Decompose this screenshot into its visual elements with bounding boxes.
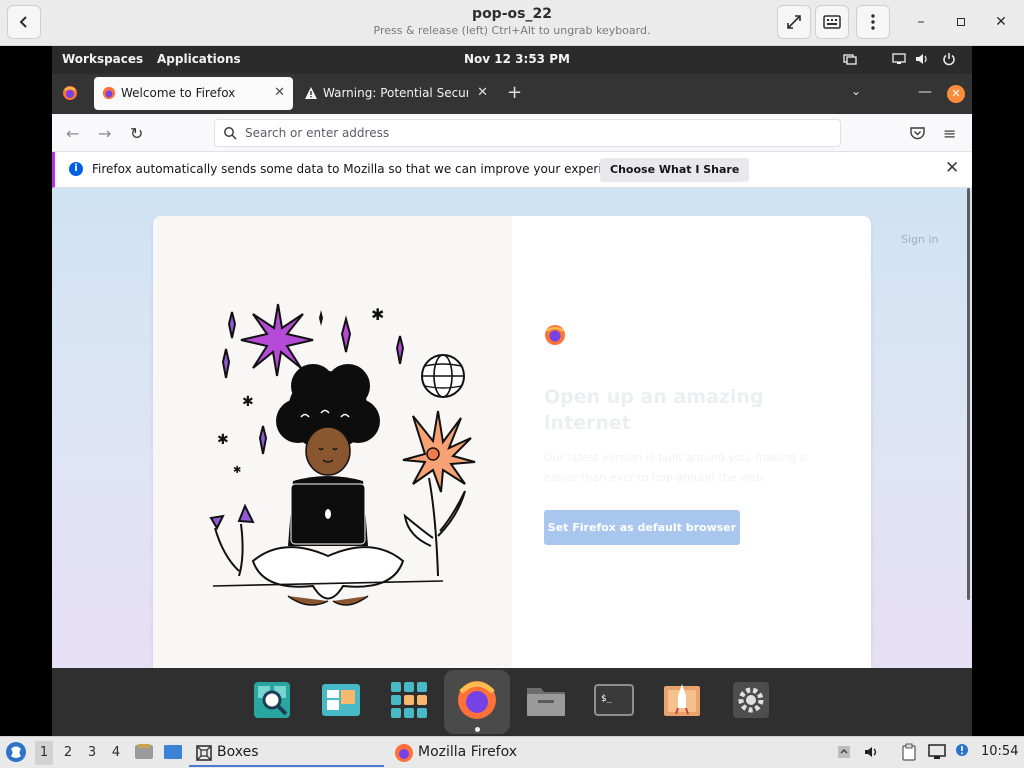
tab-welcome[interactable]: Welcome to Firefox ✕	[94, 77, 293, 110]
data-notification-bar: i Firefox automatically sends some data …	[52, 152, 972, 188]
task-label: Boxes	[217, 744, 259, 760]
power-icon[interactable]	[942, 52, 956, 66]
svg-text:✱: ✱	[242, 394, 254, 410]
welcome-heading: Open up an amazing internet	[544, 386, 764, 434]
svg-text:✱: ✱	[217, 432, 229, 448]
reload-icon[interactable]: ↻	[130, 124, 143, 143]
back-arrow-icon[interactable]: ←	[66, 124, 79, 143]
close-icon: ✕	[995, 14, 1007, 30]
running-indicator	[475, 727, 480, 732]
workspace-1[interactable]: 1	[35, 741, 53, 765]
firefox-favicon-icon	[102, 86, 116, 100]
keyboard-icon	[823, 15, 841, 29]
tab-close-icon[interactable]: ✕	[274, 85, 285, 100]
boxes-app-icon	[196, 745, 212, 761]
file-manager-launcher-icon[interactable]	[134, 743, 154, 761]
host-taskbar: 1 2 3 4 Boxes Mozilla Firefox 10:54	[0, 736, 1024, 768]
hamburger-menu-icon[interactable]: ≡	[943, 124, 956, 143]
forward-arrow-icon[interactable]: →	[98, 124, 111, 143]
kebab-menu-icon	[871, 14, 875, 30]
volume-icon[interactable]	[915, 52, 929, 66]
firefox-app-icon	[395, 744, 413, 762]
address-placeholder: Search or enter address	[245, 126, 390, 140]
workspace-3[interactable]: 3	[83, 745, 101, 760]
maximize-icon	[957, 18, 965, 26]
show-desktop-icon[interactable]	[163, 743, 183, 761]
chevron-down-icon[interactable]: ⌄	[851, 84, 861, 98]
task-boxes[interactable]: Boxes	[189, 739, 384, 767]
minimize-button[interactable]: –	[910, 11, 932, 33]
pop-shop-icon[interactable]	[660, 678, 704, 722]
welcome-card: ✱ ✱ ✱ ✱ Open up an amazing internet Our …	[153, 216, 871, 668]
terminal-icon[interactable]: $_	[592, 678, 636, 722]
warning-icon	[305, 87, 317, 99]
app-grid-icon[interactable]	[387, 678, 431, 722]
svg-text:✱: ✱	[233, 465, 241, 476]
tab-label: Welcome to Firefox	[121, 86, 236, 100]
firefox-tab-strip: Welcome to Firefox ✕ Warning: Potential …	[52, 74, 972, 114]
pop-dock: $_	[52, 668, 972, 736]
network-icon[interactable]	[892, 52, 906, 66]
menu-button[interactable]	[856, 5, 890, 39]
welcome-page: Sign in ✱ ✱ ✱ ✱ Open up an amazing inter…	[52, 188, 972, 668]
boxes-header: pop-os_22 Press & release (left) Ctrl+Al…	[0, 0, 1024, 46]
task-firefox[interactable]: Mozilla Firefox	[390, 739, 590, 767]
set-default-browser-button[interactable]: Set Firefox as default browser	[544, 510, 740, 545]
address-bar[interactable]: Search or enter address	[214, 119, 841, 147]
applications-button[interactable]: Applications	[157, 52, 241, 66]
firefox-dock-icon[interactable]	[455, 678, 499, 722]
workspace-4[interactable]: 4	[107, 745, 125, 760]
page-scrollbar[interactable]	[967, 188, 970, 600]
workspace-2[interactable]: 2	[59, 745, 77, 760]
tab-label: Warning: Potential Security Risk Ahead	[323, 86, 468, 100]
notification-icon[interactable]	[955, 743, 969, 757]
taskbar-clock[interactable]: 10:54	[981, 744, 1018, 759]
svg-text:$_: $_	[601, 694, 612, 704]
tab-warning[interactable]: Warning: Potential Security Risk Ahead ✕	[296, 77, 492, 110]
tab-close-icon[interactable]: ✕	[477, 85, 488, 100]
sync-icon[interactable]	[843, 52, 857, 66]
task-label: Mozilla Firefox	[418, 744, 518, 760]
firefox-nav-bar: ← → ↻ Search or enter address ≡	[52, 114, 972, 152]
pop-top-bar: Workspaces Applications Nov 12 3:53 PM	[52, 46, 972, 74]
maximize-button[interactable]	[950, 11, 972, 33]
volume-icon[interactable]	[864, 745, 880, 759]
woman-with-laptop-illustration: ✱ ✱ ✱ ✱	[209, 303, 476, 606]
vm-display[interactable]: Workspaces Applications Nov 12 3:53 PM W…	[52, 46, 972, 736]
sign-in-link[interactable]: Sign in	[901, 233, 939, 246]
notification-text: Firefox automatically sends some data to…	[92, 162, 635, 176]
search-icon	[224, 127, 237, 140]
clipboard-icon[interactable]	[901, 743, 919, 761]
close-icon[interactable]: ✕	[945, 158, 959, 178]
pocket-icon[interactable]	[910, 126, 925, 140]
expand-icon	[787, 15, 801, 29]
file-manager-icon[interactable]	[524, 678, 568, 722]
network-icon[interactable]	[928, 744, 946, 760]
svg-text:✱: ✱	[371, 305, 384, 324]
tray-up-arrow-icon[interactable]	[837, 745, 851, 759]
info-icon: i	[69, 162, 83, 176]
new-tab-plus-icon[interactable]: +	[507, 82, 522, 103]
close-button[interactable]: ✕	[990, 11, 1012, 33]
workspaces-button[interactable]: Workspaces	[62, 52, 143, 66]
minimize-icon: –	[917, 14, 925, 30]
firefox-logo-icon	[545, 325, 565, 345]
settings-gear-icon[interactable]	[729, 678, 773, 722]
illustration-panel: ✱ ✱ ✱ ✱	[153, 216, 512, 668]
choose-what-i-share-button[interactable]: Choose What I Share	[600, 158, 750, 182]
fullscreen-button[interactable]	[777, 5, 811, 39]
files-manager-icon[interactable]	[319, 678, 363, 722]
keyboard-button[interactable]	[815, 5, 849, 39]
top-clock[interactable]: Nov 12 3:53 PM	[464, 52, 570, 66]
minimize-icon[interactable]: —	[918, 84, 932, 100]
firefox-logo-icon[interactable]	[62, 85, 78, 101]
search-launcher-icon[interactable]	[250, 678, 294, 722]
window-close-icon[interactable]: ✕	[947, 85, 965, 103]
welcome-subtext: Our latest version is built around you, …	[544, 451, 808, 484]
start-menu-icon[interactable]	[5, 741, 27, 763]
